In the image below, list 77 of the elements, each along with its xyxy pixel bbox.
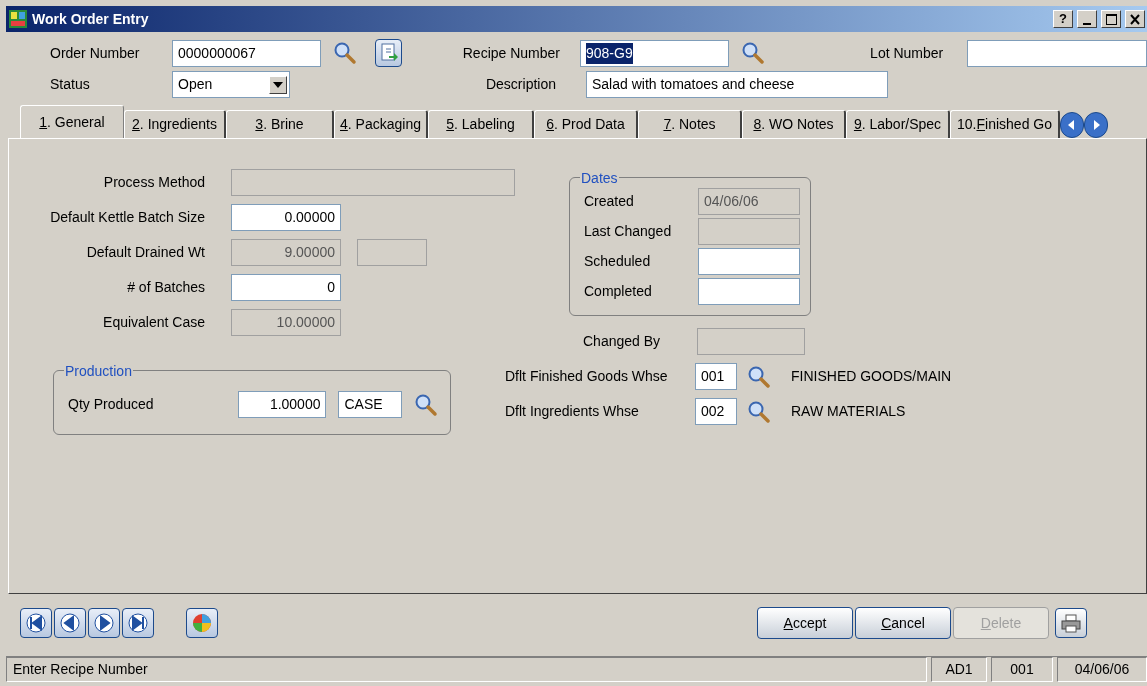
warehouse-code-field[interactable]: 002 xyxy=(695,398,737,425)
status-panel: AD1 xyxy=(931,657,987,682)
accept-button[interactable]: Accept xyxy=(757,607,853,639)
warehouse-name: RAW MATERIALS xyxy=(791,402,906,421)
field-label: Completed xyxy=(584,282,653,301)
field-label: Equivalent Case xyxy=(102,313,205,332)
search-icon[interactable] xyxy=(741,41,766,65)
search-icon[interactable] xyxy=(333,41,358,65)
field-label: Default Drained Wt xyxy=(85,243,205,262)
field-label: Default Kettle Batch Size xyxy=(49,208,205,227)
tab[interactable]: 2. Ingredients xyxy=(124,110,226,138)
cancel-button[interactable]: Cancel xyxy=(855,607,951,639)
date-field[interactable]: 04/06/06 xyxy=(698,188,800,215)
help-button[interactable]: ? xyxy=(1053,10,1073,28)
number-field[interactable]: 0.00000 xyxy=(231,204,341,231)
changed-by-field[interactable] xyxy=(697,328,805,355)
qty-produced-field[interactable]: 1.00000 xyxy=(238,391,327,418)
unit-field[interactable] xyxy=(357,239,427,266)
previous-record-icon[interactable] xyxy=(60,613,80,633)
color-wheel-icon[interactable] xyxy=(192,613,212,633)
next-record-icon[interactable] xyxy=(94,613,114,633)
unit-field[interactable]: CASE xyxy=(338,391,402,418)
field-label: Last Changed xyxy=(584,222,673,241)
field-label: Recipe Number xyxy=(461,43,560,63)
next-number-button[interactable] xyxy=(375,39,402,67)
field-label: Created xyxy=(584,192,635,211)
field-label: Dflt Ingredients Whse xyxy=(505,402,640,421)
process-method-field[interactable] xyxy=(231,169,515,196)
field-label: Dflt Finished Goods Whse xyxy=(505,367,669,386)
tab[interactable]: 9. Labor/Spec xyxy=(846,110,950,138)
status-panel: 001 xyxy=(991,657,1053,682)
tab[interactable]: 8. WO Notes xyxy=(742,110,846,138)
tab[interactable]: 1. General xyxy=(20,105,124,138)
description-field[interactable]: Salad with tomatoes and cheese xyxy=(586,71,888,98)
status-dropdown[interactable]: Open xyxy=(172,71,290,98)
field-label: Scheduled xyxy=(584,252,652,271)
warehouse-code-field[interactable]: 001 xyxy=(695,363,737,390)
field-label: Lot Number xyxy=(869,43,944,63)
tab[interactable]: 7. Notes xyxy=(638,110,742,138)
search-icon[interactable] xyxy=(747,399,771,424)
date-field[interactable] xyxy=(698,248,800,275)
tab[interactable]: 5. Labeling xyxy=(428,110,534,138)
date-field[interactable] xyxy=(698,278,800,305)
tab[interactable]: 10.Finished Go xyxy=(950,110,1060,138)
document-arrow-icon xyxy=(378,43,399,63)
tab[interactable]: 3. Brine xyxy=(226,110,334,138)
date-field[interactable] xyxy=(698,218,800,245)
number-field[interactable]: 0 xyxy=(231,274,341,301)
status-value: Open xyxy=(178,75,213,94)
recipe-number-field[interactable]: 908-G9 xyxy=(580,39,730,67)
field-label: Process Method xyxy=(102,173,205,192)
warehouse-name: FINISHED GOODS/MAIN xyxy=(791,367,952,386)
order-number-field[interactable]: 0000000067 xyxy=(172,39,322,67)
window-title: Work Order Entry xyxy=(32,9,150,29)
field-label: Changed By xyxy=(583,332,662,351)
search-icon[interactable] xyxy=(747,364,771,389)
selected-text: 908-G9 xyxy=(586,42,633,64)
app-icon xyxy=(8,9,28,29)
field-label: Qty Produced xyxy=(68,395,155,414)
maximize-icon[interactable] xyxy=(1104,12,1118,26)
number-field[interactable]: 9.00000 xyxy=(231,239,341,266)
status-message: Enter Recipe Number xyxy=(6,657,927,682)
field-label: Status xyxy=(50,75,91,94)
field-label: Order Number xyxy=(50,43,141,63)
tab[interactable]: 6. Prod Data xyxy=(534,110,638,138)
dropdown-arrow-icon[interactable] xyxy=(273,81,283,88)
last-record-icon[interactable] xyxy=(128,613,148,633)
lot-number-field[interactable] xyxy=(967,39,1147,67)
number-field[interactable]: 10.00000 xyxy=(231,309,341,336)
status-panel: 04/06/06 xyxy=(1057,657,1147,682)
search-icon[interactable] xyxy=(414,392,438,417)
field-label: # of Batches xyxy=(126,278,205,297)
printer-icon[interactable] xyxy=(1060,613,1082,633)
close-icon[interactable] xyxy=(1128,12,1142,26)
first-record-icon[interactable] xyxy=(26,613,46,633)
tab[interactable]: 4. Packaging xyxy=(334,110,428,138)
field-label: Description xyxy=(484,75,556,94)
